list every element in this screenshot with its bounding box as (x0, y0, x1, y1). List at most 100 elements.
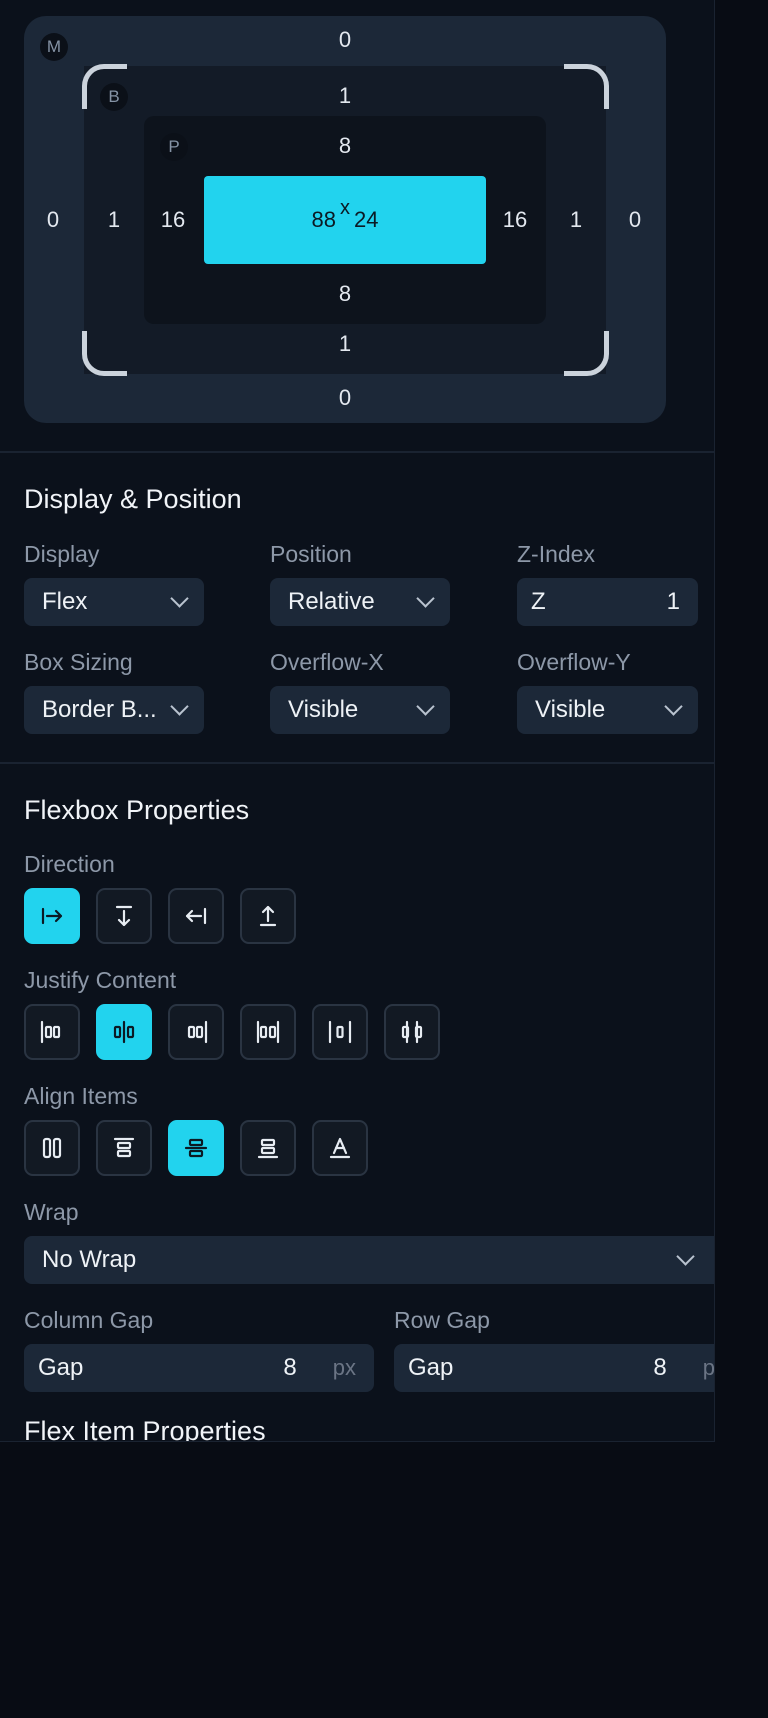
box-sizing-label: Box Sizing (24, 649, 133, 675)
border-corner-bottom-left (82, 331, 127, 376)
chevron-down-icon (416, 696, 435, 716)
direction-column-button[interactable] (96, 888, 152, 944)
z-index-value: 1 (666, 588, 680, 615)
border-bottom-value[interactable]: 1 (325, 331, 365, 357)
row-gap-input[interactable]: Gap 8 px (394, 1344, 714, 1392)
style-inspector-panel: M B P 0 0 0 0 1 1 1 1 8 8 16 16 88 x 24 … (0, 0, 715, 1442)
direction-row-icon (41, 907, 63, 925)
border-right-value[interactable]: 1 (556, 207, 596, 233)
margin-left-value[interactable]: 0 (33, 207, 73, 233)
chevron-down-icon (676, 1246, 695, 1266)
box-sizing-select[interactable]: Border B... (24, 686, 204, 734)
wrap-select[interactable]: No Wrap (24, 1236, 714, 1284)
column-gap-label: Column Gap (24, 1307, 154, 1333)
overflow-y-select-value: Visible (535, 696, 606, 723)
border-top-value[interactable]: 1 (325, 83, 365, 109)
align-end-button[interactable] (240, 1120, 296, 1176)
padding-tag: P (160, 133, 188, 161)
overflow-x-label: Overflow-X (270, 649, 384, 675)
display-position-title: Display & Position (24, 484, 242, 514)
justify-content-label: Justify Content (24, 967, 177, 993)
direction-label: Direction (24, 851, 115, 877)
direction-column-reverse-button[interactable] (240, 888, 296, 944)
content-height[interactable]: 24 (354, 207, 378, 233)
justify-start-icon (40, 1020, 61, 1044)
z-index-prefix: Z (531, 588, 546, 615)
justify-space-evenly-icon (401, 1020, 423, 1044)
justify-space-between-icon (256, 1020, 280, 1044)
column-gap-value: 8 (283, 1354, 297, 1381)
content-width[interactable]: 88 (312, 207, 336, 233)
align-start-button[interactable] (96, 1120, 152, 1176)
flex-item-title: Flex Item Properties (24, 1416, 266, 1442)
justify-space-evenly-button[interactable] (384, 1004, 440, 1060)
padding-right-value[interactable]: 16 (495, 207, 535, 233)
box-sizing-select-value: Border B... (42, 696, 157, 723)
position-label: Position (270, 541, 352, 567)
justify-center-icon (113, 1020, 135, 1044)
align-items-label: Align Items (24, 1083, 138, 1109)
align-baseline-icon (329, 1137, 351, 1159)
margin-top-value[interactable]: 0 (325, 27, 365, 53)
panel-bottom-border (0, 1441, 714, 1442)
column-gap-input[interactable]: Gap 8 px (24, 1344, 374, 1392)
padding-top-value[interactable]: 8 (325, 133, 365, 159)
border-tag: B (100, 83, 128, 111)
overflow-y-label: Overflow-Y (517, 649, 631, 675)
column-gap-unit[interactable]: px (333, 1355, 356, 1381)
wrap-select-value: No Wrap (42, 1246, 137, 1273)
chevron-down-icon (170, 696, 189, 716)
row-gap-label: Row Gap (394, 1307, 490, 1333)
margin-right-value[interactable]: 0 (615, 207, 655, 233)
section-divider (0, 451, 714, 453)
margin-bottom-value[interactable]: 0 (325, 385, 365, 411)
padding-bottom-value[interactable]: 8 (325, 281, 365, 307)
align-stretch-button[interactable] (24, 1120, 80, 1176)
direction-column-icon (115, 905, 133, 927)
justify-end-button[interactable] (168, 1004, 224, 1060)
flexbox-title: Flexbox Properties (24, 795, 250, 825)
justify-space-between-button[interactable] (240, 1004, 296, 1060)
align-center-icon (184, 1138, 208, 1158)
overflow-x-select-value: Visible (288, 696, 359, 723)
justify-end-icon (187, 1020, 208, 1044)
border-corner-bottom-right (564, 331, 609, 376)
chevron-down-icon (664, 696, 683, 716)
display-select-value: Flex (42, 588, 88, 615)
align-baseline-button[interactable] (312, 1120, 368, 1176)
align-start-icon (113, 1137, 135, 1158)
border-corner-top-right (564, 64, 609, 109)
row-gap-prefix: Gap (408, 1354, 454, 1381)
content-dimensions: 88 x 24 (204, 176, 486, 264)
position-select-value: Relative (288, 588, 375, 615)
padding-left-value[interactable]: 16 (153, 207, 193, 233)
chevron-down-icon (170, 588, 189, 608)
row-gap-value: 8 (653, 1354, 667, 1381)
margin-tag: M (40, 33, 68, 61)
align-end-icon (257, 1138, 279, 1159)
column-gap-prefix: Gap (38, 1354, 84, 1381)
dimension-separator: x (340, 196, 350, 219)
position-select[interactable]: Relative (270, 578, 450, 626)
justify-space-around-button[interactable] (312, 1004, 368, 1060)
direction-row-button[interactable] (24, 888, 80, 944)
display-label: Display (24, 541, 100, 567)
overflow-x-select[interactable]: Visible (270, 686, 450, 734)
border-left-value[interactable]: 1 (94, 207, 134, 233)
row-gap-unit[interactable]: px (703, 1355, 714, 1381)
align-center-button[interactable] (168, 1120, 224, 1176)
align-stretch-icon (42, 1137, 62, 1159)
justify-start-button[interactable] (24, 1004, 80, 1060)
z-index-input[interactable]: Z 1 (517, 578, 698, 626)
direction-row-reverse-icon (185, 907, 207, 925)
z-index-label: Z-Index (517, 541, 595, 567)
justify-center-button[interactable] (96, 1004, 152, 1060)
direction-row-reverse-button[interactable] (168, 888, 224, 944)
display-select[interactable]: Flex (24, 578, 204, 626)
section-divider (0, 762, 714, 764)
overflow-y-select[interactable]: Visible (517, 686, 698, 734)
chevron-down-icon (416, 588, 435, 608)
wrap-label: Wrap (24, 1199, 79, 1225)
justify-space-around-icon (328, 1020, 352, 1044)
direction-column-reverse-icon (259, 905, 277, 927)
